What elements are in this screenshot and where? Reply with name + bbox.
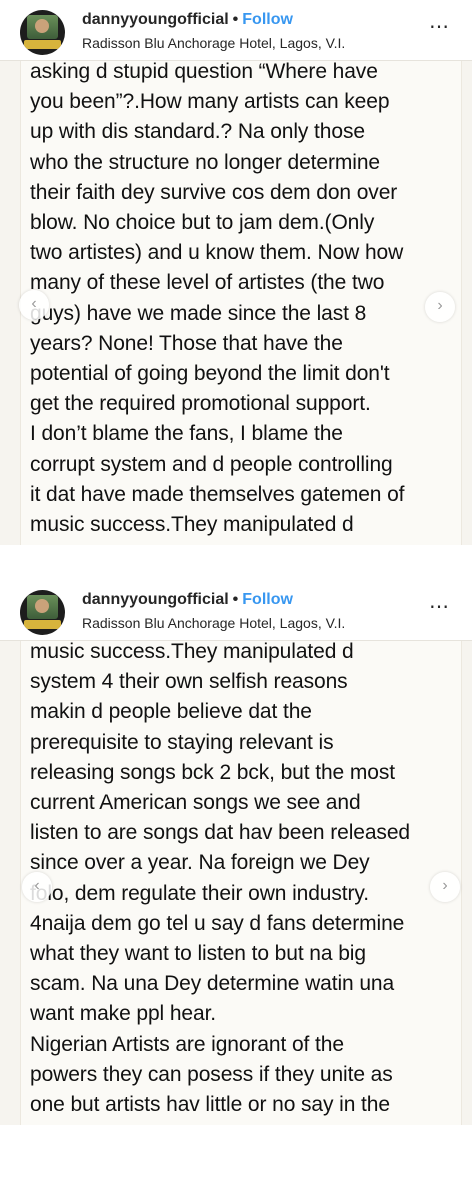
post-header: dannyyoungofficial • Follow Radisson Blu A… [0,580,472,640]
text-line: releasing songs bck 2 bck, but the most [30,760,395,784]
next-slide-icon[interactable]: › [430,872,460,902]
text-line: current American songs we see and [30,791,361,815]
previous-slide-icon[interactable]: ‹ [19,290,49,320]
text-line: want make ppl hear. [30,1002,217,1026]
text-line: you been”?.How many artists can keep [30,90,390,114]
post-screenshot-1: dannyyoungofficial • Follow Radisson Blu A… [0,0,472,545]
avatar[interactable] [20,590,65,635]
text-line: makin d people believe dat the [30,700,312,724]
post-screenshot-2: dannyyoungofficial • Follow Radisson Blu A… [0,580,472,1125]
text-line: 4naija dem go tel u say d fans determine [30,911,405,935]
follow-button[interactable]: Follow [242,591,293,608]
separator-dot: • [232,591,239,608]
text-line: music success.They manipulated d [30,640,354,663]
text-line: since over a year. Na foreign we Dey [30,851,370,875]
text-line: music success.They manipulated d [30,513,354,537]
more-options-icon[interactable]: ⋯ [429,597,450,617]
text-line: two artistes) and u know them. Now how [30,241,404,265]
post-image: music success.They manipulated d system … [0,640,472,1125]
text-line: what they want to listen to but na big [30,942,366,966]
text-line: listen to are songs dat hav been release… [30,821,410,845]
text-line: who the structure no longer determine [30,150,380,174]
location-link[interactable]: Radisson Blu Anchorage Hotel, Lagos, V.I… [82,35,345,51]
post-header: dannyyoungofficial • Follow Radisson Blu A… [0,0,472,60]
previous-slide-icon[interactable]: ‹ [22,872,52,902]
username-line: dannyyoungofficial • Follow [82,11,293,29]
more-options-icon[interactable]: ⋯ [429,17,450,37]
post-image-text: music success.They manipulated d system … [30,640,450,1120]
text-line: guys) have we made since the last 8 [30,301,367,325]
text-line: Nigerian Artists are ignorant of the [30,1032,344,1056]
text-line: one but artists hav little or no say in … [30,1093,390,1117]
text-line: system 4 their own selfish reasons [30,670,348,694]
username-link[interactable]: dannyyoungofficial [82,11,229,28]
text-line: get the required promotional support. [30,392,371,416]
post-image: asking d stupid question “Where have you… [0,60,472,545]
post-image-text: asking d stupid question “Where have you… [30,60,450,540]
text-line: scam. Na una Dey determine watin una [30,972,395,996]
text-line: corrupt system and d people controlling [30,452,393,476]
text-line: their faith dey survive cos dem don over [30,180,398,204]
text-line: up with dis standard.? Na only those [30,120,365,144]
text-line: many of these level of artistes (the two [30,271,385,295]
username-link[interactable]: dannyyoungofficial [82,591,229,608]
text-line: powers they can posess if they unite as [30,1062,393,1086]
separator-dot: • [232,11,239,28]
username-line: dannyyoungofficial • Follow [82,591,293,609]
text-line: asking d stupid question “Where have [30,60,378,83]
text-line: it dat have made themselves gatemen of [30,482,405,506]
text-line: years? None! Those that have the [30,331,343,355]
avatar[interactable] [20,10,65,55]
text-line: folo, dem regulate their own industry. [30,881,369,905]
text-line: blow. No choice but to jam dem.(Only [30,211,375,235]
follow-button[interactable]: Follow [242,11,293,28]
next-slide-icon[interactable]: › [425,292,455,322]
location-link[interactable]: Radisson Blu Anchorage Hotel, Lagos, V.I… [82,615,345,631]
text-line: potential of going beyond the limit don'… [30,362,390,386]
text-line: prerequisite to staying relevant is [30,730,334,754]
text-line: I don’t blame the fans, I blame the [30,422,343,446]
